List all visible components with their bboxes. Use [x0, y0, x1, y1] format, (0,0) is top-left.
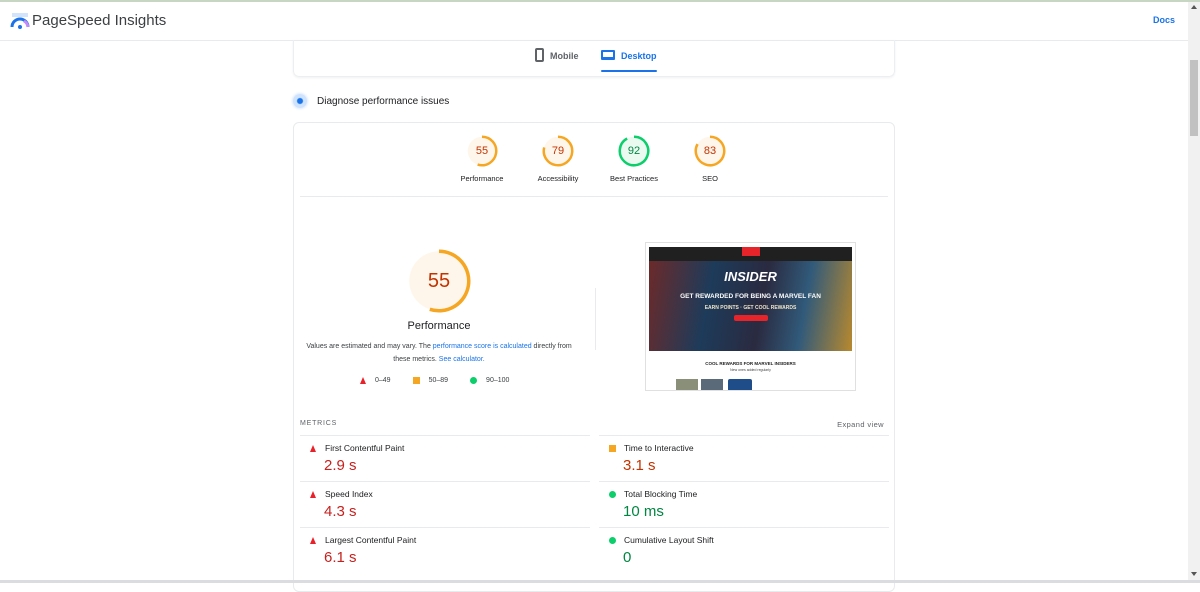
- metric-name: Largest Contentful Paint: [325, 535, 417, 545]
- metric-value: 3.1 s: [623, 457, 656, 474]
- gauge-ring: 92: [618, 135, 650, 167]
- metric-row: Time to Interactive 3.1 s: [599, 435, 889, 481]
- triangle-icon: [310, 491, 316, 498]
- category-gauge-seo[interactable]: 83 SEO: [672, 135, 748, 183]
- legend-range: 0–49: [375, 377, 391, 384]
- tab-mobile-label: Mobile: [550, 51, 579, 61]
- gauge-score: 83: [704, 145, 716, 157]
- metric-name: First Contentful Paint: [325, 443, 405, 453]
- triangle-icon: [360, 377, 366, 384]
- gauge-label: Performance: [460, 174, 504, 183]
- metric-name: Cumulative Layout Shift: [624, 535, 714, 545]
- see-calculator-link[interactable]: See calculator.: [439, 356, 485, 363]
- screenshot-cta: [734, 315, 768, 321]
- metrics-right-column: Time to Interactive 3.1 s Total Blocking T…: [599, 435, 889, 573]
- expand-view-toggle[interactable]: Expand view: [837, 420, 884, 429]
- performance-description: Values are estimated and may vary. The p…: [304, 340, 574, 366]
- gauge-label: Best Practices: [610, 174, 658, 183]
- legend-range: 50–89: [428, 377, 449, 384]
- metric-row: Largest Contentful Paint 6.1 s: [300, 527, 590, 573]
- metrics-left-column: First Contentful Paint 2.9 s Speed Index 4.…: [300, 435, 590, 573]
- screenshot-thumb: [676, 379, 698, 390]
- triangle-icon: [310, 537, 316, 544]
- docs-link[interactable]: Docs: [1153, 15, 1175, 25]
- metric-row: First Contentful Paint 2.9 s: [300, 435, 590, 481]
- scroll-up-arrow-icon[interactable]: [1191, 5, 1197, 9]
- gauge-label: SEO: [702, 174, 718, 183]
- gauge-ring: 83: [694, 135, 726, 167]
- legend-good: 90–100: [470, 377, 509, 384]
- screenshot-headline: INSIDER: [724, 269, 777, 284]
- circle-icon: [609, 537, 616, 544]
- square-icon: [609, 445, 616, 452]
- metric-value: 6.1 s: [324, 549, 357, 566]
- final-screenshot[interactable]: INSIDER GET REWARDED FOR BEING A MARVEL …: [645, 242, 856, 391]
- category-gauge-best-practices[interactable]: 92 Best Practices: [596, 135, 672, 183]
- screenshot-tagline: GET REWARDED FOR BEING A MARVEL FAN: [680, 293, 821, 300]
- tab-desktop-label: Desktop: [621, 51, 657, 61]
- divider: [300, 196, 888, 197]
- page-scrollbar[interactable]: [1188, 2, 1200, 580]
- circle-icon: [609, 491, 616, 498]
- screenshot-thumb: [728, 379, 752, 390]
- metric-row: Cumulative Layout Shift 0: [599, 527, 889, 573]
- metric-value: 2.9 s: [324, 457, 357, 474]
- metric-row: Total Blocking Time 10 ms: [599, 481, 889, 527]
- gauge-ring: 79: [542, 135, 574, 167]
- square-icon: [412, 377, 420, 384]
- metric-name: Time to Interactive: [624, 443, 694, 453]
- triangle-icon: [310, 445, 316, 452]
- brand-title: PageSpeed Insights: [32, 12, 167, 29]
- gauge-ring: 55: [467, 135, 498, 167]
- metric-value: 4.3 s: [324, 503, 357, 520]
- legend-poor: 0–49: [360, 377, 391, 384]
- screenshot-subline: EARN POINTS · GET COOL REWARDS: [704, 305, 797, 311]
- metrics-header: METRICS: [300, 420, 338, 427]
- performance-title: Performance: [407, 320, 471, 332]
- tab-mobile[interactable]: Mobile: [535, 48, 579, 74]
- scroll-down-arrow-icon[interactable]: [1191, 572, 1197, 576]
- gauge-score: 55: [428, 270, 450, 292]
- pagespeed-logo-icon: [10, 13, 30, 29]
- circle-icon: [470, 377, 478, 384]
- category-gauge-accessibility[interactable]: 79 Accessibility: [520, 135, 596, 183]
- diagnose-icon: [293, 94, 307, 108]
- gauge-score: 55: [476, 145, 488, 157]
- gauge-score: 79: [552, 145, 564, 157]
- category-gauge-performance[interactable]: 55 Performance: [444, 135, 520, 183]
- performance-gauge: 55: [409, 249, 471, 313]
- metric-value: 10 ms: [623, 503, 664, 520]
- score-calculated-link[interactable]: performance score is calculated: [433, 343, 532, 350]
- vertical-divider: [595, 288, 596, 350]
- screenshot-thumb: [701, 379, 723, 390]
- section-title: Diagnose performance issues: [317, 95, 450, 107]
- metric-value: 0: [623, 549, 632, 566]
- marvel-logo: [742, 247, 760, 256]
- legend-average: 50–89: [412, 377, 449, 384]
- desc-text: Values are estimated and may vary. The: [306, 343, 433, 350]
- diagnose-section-header: Diagnose performance issues: [293, 94, 449, 108]
- phone-icon: [535, 48, 544, 62]
- laptop-icon: [601, 50, 615, 60]
- screenshot-hero: INSIDER GET REWARDED FOR BEING A MARVEL …: [649, 261, 852, 351]
- category-gauges: 55 Performance 79 Accessibility 92 Best Pract…: [444, 135, 748, 183]
- metric-name: Total Blocking Time: [624, 489, 698, 499]
- score-legend: 0–49 50–89 90–100: [360, 377, 531, 384]
- device-tabs: Mobile Desktop: [293, 40, 895, 77]
- metric-row: Speed Index 4.3 s: [300, 481, 590, 527]
- report-card: 55 Performance 79 Accessibility 92 Best Pract…: [293, 122, 895, 592]
- screenshot-nav: [649, 247, 852, 261]
- legend-range: 90–100: [486, 377, 510, 384]
- screenshot-section-sub: New ones added regularly: [730, 368, 771, 372]
- gauge-label: Accessibility: [537, 174, 579, 183]
- app-header: PageSpeed Insights Docs: [0, 2, 1188, 41]
- tab-desktop[interactable]: Desktop: [601, 48, 657, 74]
- gauge-score: 92: [628, 145, 640, 157]
- metric-name: Speed Index: [325, 489, 373, 499]
- screenshot-section-title: COOL REWARDS FOR MARVEL INSIDERS: [705, 361, 796, 366]
- scroll-thumb[interactable]: [1190, 60, 1198, 136]
